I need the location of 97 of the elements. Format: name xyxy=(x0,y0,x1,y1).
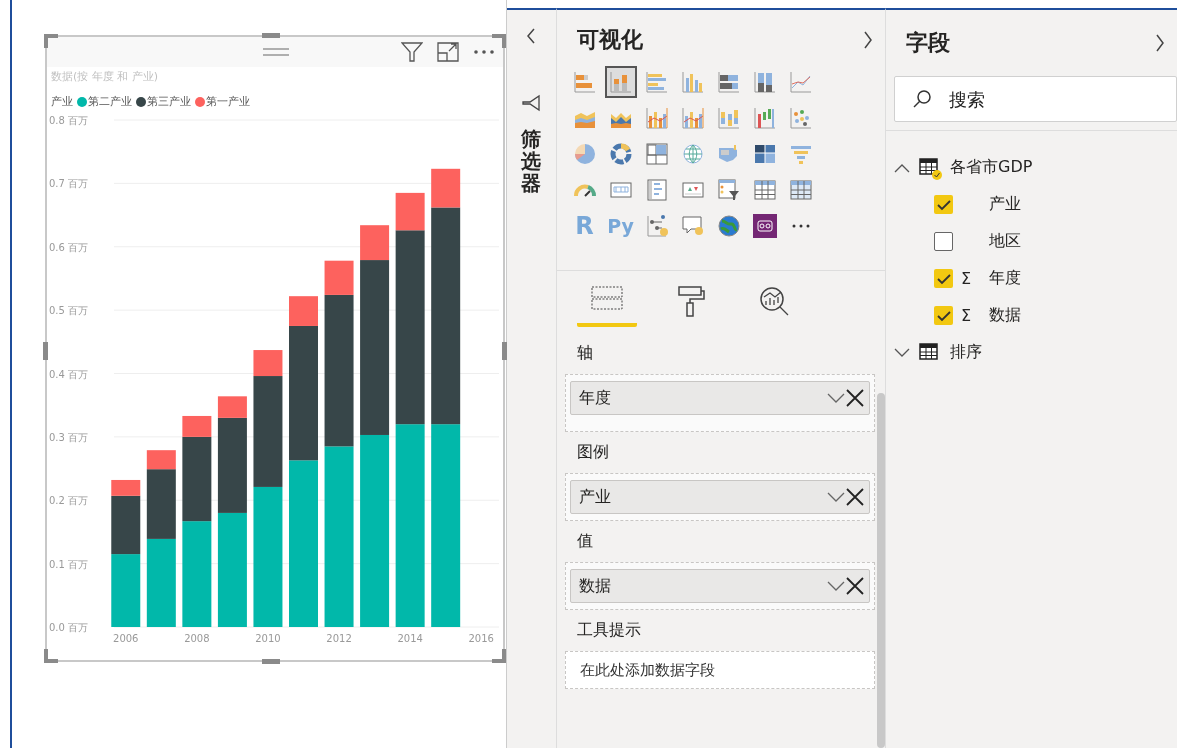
checkbox[interactable] xyxy=(934,269,953,288)
chevron-down-icon[interactable] xyxy=(827,581,845,591)
search-field[interactable]: 搜索 xyxy=(894,76,1177,122)
table-name[interactable]: 各省市GDP xyxy=(950,157,1033,178)
matrix-icon xyxy=(788,178,813,203)
field-pill[interactable]: 产业 xyxy=(569,480,870,514)
resize-handle[interactable] xyxy=(43,342,48,360)
axis-label: 2010 xyxy=(255,633,281,644)
donut-chart-icon xyxy=(608,142,633,167)
field-name[interactable]: 产业 xyxy=(989,194,1021,215)
fields-tab[interactable] xyxy=(576,283,637,327)
field-name[interactable]: 年度 xyxy=(989,268,1021,289)
paint-roller-icon xyxy=(675,285,706,317)
drop-field[interactable]: 在此处添加数据字段 xyxy=(564,651,875,689)
chevron-down-icon[interactable] xyxy=(827,393,845,403)
axis-label: 0.6 百万 xyxy=(49,241,89,253)
scrollbar[interactable] xyxy=(877,393,885,748)
chevron-right-icon[interactable] xyxy=(1155,34,1165,52)
field-pill[interactable]: 数据 xyxy=(569,569,870,603)
axis-label: 2008 xyxy=(184,633,210,644)
slicer-icon xyxy=(716,178,741,203)
checkbox[interactable] xyxy=(934,306,953,325)
legend-label: 第二产业 xyxy=(88,94,132,109)
close-icon[interactable] xyxy=(845,487,865,507)
combo-chart-icon xyxy=(644,106,669,131)
axis-label: 0.8 百万 xyxy=(49,115,89,126)
more-options-icon[interactable] xyxy=(473,49,495,55)
legend-label: 第三产业 xyxy=(147,94,191,109)
axis-label: 2006 xyxy=(113,633,139,644)
treemap-icon xyxy=(644,142,669,167)
custom-visual-icon xyxy=(752,214,777,239)
filter-icon[interactable] xyxy=(401,42,423,62)
legend-title: 产业 xyxy=(51,94,73,109)
column-chart-icon xyxy=(752,70,777,95)
well-label: 图例 xyxy=(575,441,610,463)
chevron-right-icon[interactable] xyxy=(863,31,873,50)
well-label: 轴 xyxy=(575,342,594,364)
axis-label: 0.3 百万 xyxy=(49,431,89,443)
resize-handle[interactable] xyxy=(262,659,280,664)
table-name[interactable]: 排序 xyxy=(950,342,982,363)
bar-chart-icon xyxy=(716,70,741,95)
legend-label: 第一产业 xyxy=(206,94,250,109)
resize-handle[interactable] xyxy=(492,34,506,48)
bar-chart-icon xyxy=(644,70,669,95)
field-name[interactable]: 地区 xyxy=(989,231,1021,252)
more-icon xyxy=(790,224,811,229)
chevron-left-icon[interactable] xyxy=(526,28,537,44)
table-icon xyxy=(752,178,777,203)
axis-label: 2012 xyxy=(326,633,352,644)
filters-title[interactable]: 筛选器 xyxy=(521,128,542,194)
focus-mode-icon[interactable] xyxy=(437,42,459,62)
axis-label: 0.0 百万 xyxy=(49,622,89,633)
pie-chart-icon xyxy=(572,142,597,167)
chevron-down-icon[interactable] xyxy=(894,347,910,358)
line-chart-icon xyxy=(788,70,813,95)
close-icon[interactable] xyxy=(845,576,865,596)
drag-handle-icon[interactable] xyxy=(263,47,289,57)
multi-row-card-icon xyxy=(644,178,669,203)
scatter-chart-icon xyxy=(788,106,813,131)
pane-title: 可视化 xyxy=(576,26,643,55)
well-label: 值 xyxy=(575,530,594,552)
filter-icon[interactable] xyxy=(522,94,541,112)
resize-handle[interactable] xyxy=(492,649,506,663)
bar-chart-icon xyxy=(572,70,597,95)
fields-icon xyxy=(589,285,624,311)
sigma-icon: Σ xyxy=(961,306,972,325)
pane-title: 字段 xyxy=(906,29,950,57)
resize-handle[interactable] xyxy=(262,33,280,38)
tree-chart-icon xyxy=(644,214,669,239)
field-name[interactable]: 数据 xyxy=(989,305,1021,326)
axis-label: 0.4 百万 xyxy=(49,368,89,380)
resize-handle[interactable] xyxy=(44,649,58,663)
column-chart-icon xyxy=(680,70,705,95)
earth-icon xyxy=(716,214,741,239)
ribbon-chart-icon xyxy=(716,106,741,131)
sigma-icon: Σ xyxy=(961,269,972,288)
table-icon xyxy=(918,155,942,180)
visual-type-button[interactable] xyxy=(604,66,637,99)
globe-icon xyxy=(680,142,705,167)
chevron-up-icon[interactable] xyxy=(894,162,910,173)
column-chart-icon xyxy=(608,70,633,95)
checkbox[interactable] xyxy=(934,232,953,251)
well-label: 工具提示 xyxy=(575,619,642,641)
checkbox[interactable] xyxy=(934,195,953,214)
resize-handle[interactable] xyxy=(502,342,507,360)
axis-label: 0.2 百万 xyxy=(49,495,89,507)
chevron-down-icon[interactable] xyxy=(827,492,845,502)
resize-handle[interactable] xyxy=(44,34,58,48)
waterfall-chart-icon xyxy=(752,106,777,131)
combo-chart-icon xyxy=(680,106,705,131)
axis-label: 0.5 百万 xyxy=(49,305,89,317)
close-icon[interactable] xyxy=(845,388,865,408)
axis-label: 0.1 百万 xyxy=(49,558,89,570)
axis-label: 2014 xyxy=(397,633,423,644)
axis-label: 2016 xyxy=(468,633,494,644)
field-pill[interactable]: 年度 xyxy=(569,381,870,415)
axis-label: 0.7 百万 xyxy=(49,178,89,190)
